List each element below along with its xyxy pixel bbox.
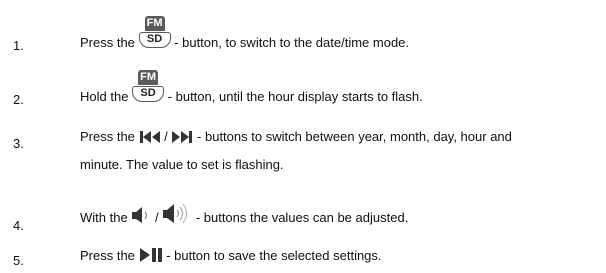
step-text: Press the FM SD - button, to switch to t… [80, 16, 409, 50]
step-text-post: - button, to switch to the date/time mod… [174, 35, 410, 50]
skip-back-icon [139, 130, 161, 144]
separator: / [154, 210, 159, 225]
step-number: 1. [13, 38, 24, 53]
step-text-pre: With the [80, 210, 128, 225]
step-number: 5. [13, 253, 24, 268]
step-text-post: - button to save the selected settings. [166, 248, 382, 263]
fm-sd-button-icon: FM SD [132, 70, 165, 104]
step-text-pre: Hold the [80, 89, 129, 104]
step-text-post: - buttons to switch between year, month,… [197, 129, 512, 144]
step-number: 3. [13, 136, 24, 151]
fm-sd-button-icon: FM SD [138, 16, 171, 50]
separator: / [164, 129, 168, 144]
volume-up-icon [162, 201, 192, 225]
step-number: 2. [13, 92, 24, 107]
step-text-pre: Press the [80, 129, 135, 144]
volume-down-icon [131, 205, 151, 225]
step-number: 4. [13, 218, 24, 233]
skip-forward-icon [171, 130, 193, 144]
step-text: With the / - buttons the values can be a… [80, 201, 408, 225]
step-text-pre: Press the [80, 248, 135, 263]
step-text: Press the - button to save the selected … [80, 247, 382, 263]
step-text: Press the / - buttons to switch between … [80, 129, 512, 144]
step-text-continuation: minute. The value to set is flashing. [80, 157, 284, 172]
step-text-post: - button, until the hour display starts … [167, 89, 423, 104]
step-text-pre: Press the [80, 35, 135, 50]
step-text-post: - buttons the values can be adjusted. [195, 210, 409, 225]
step-text: Hold the FM SD - button, until the hour … [80, 70, 423, 104]
play-pause-icon [139, 247, 163, 263]
